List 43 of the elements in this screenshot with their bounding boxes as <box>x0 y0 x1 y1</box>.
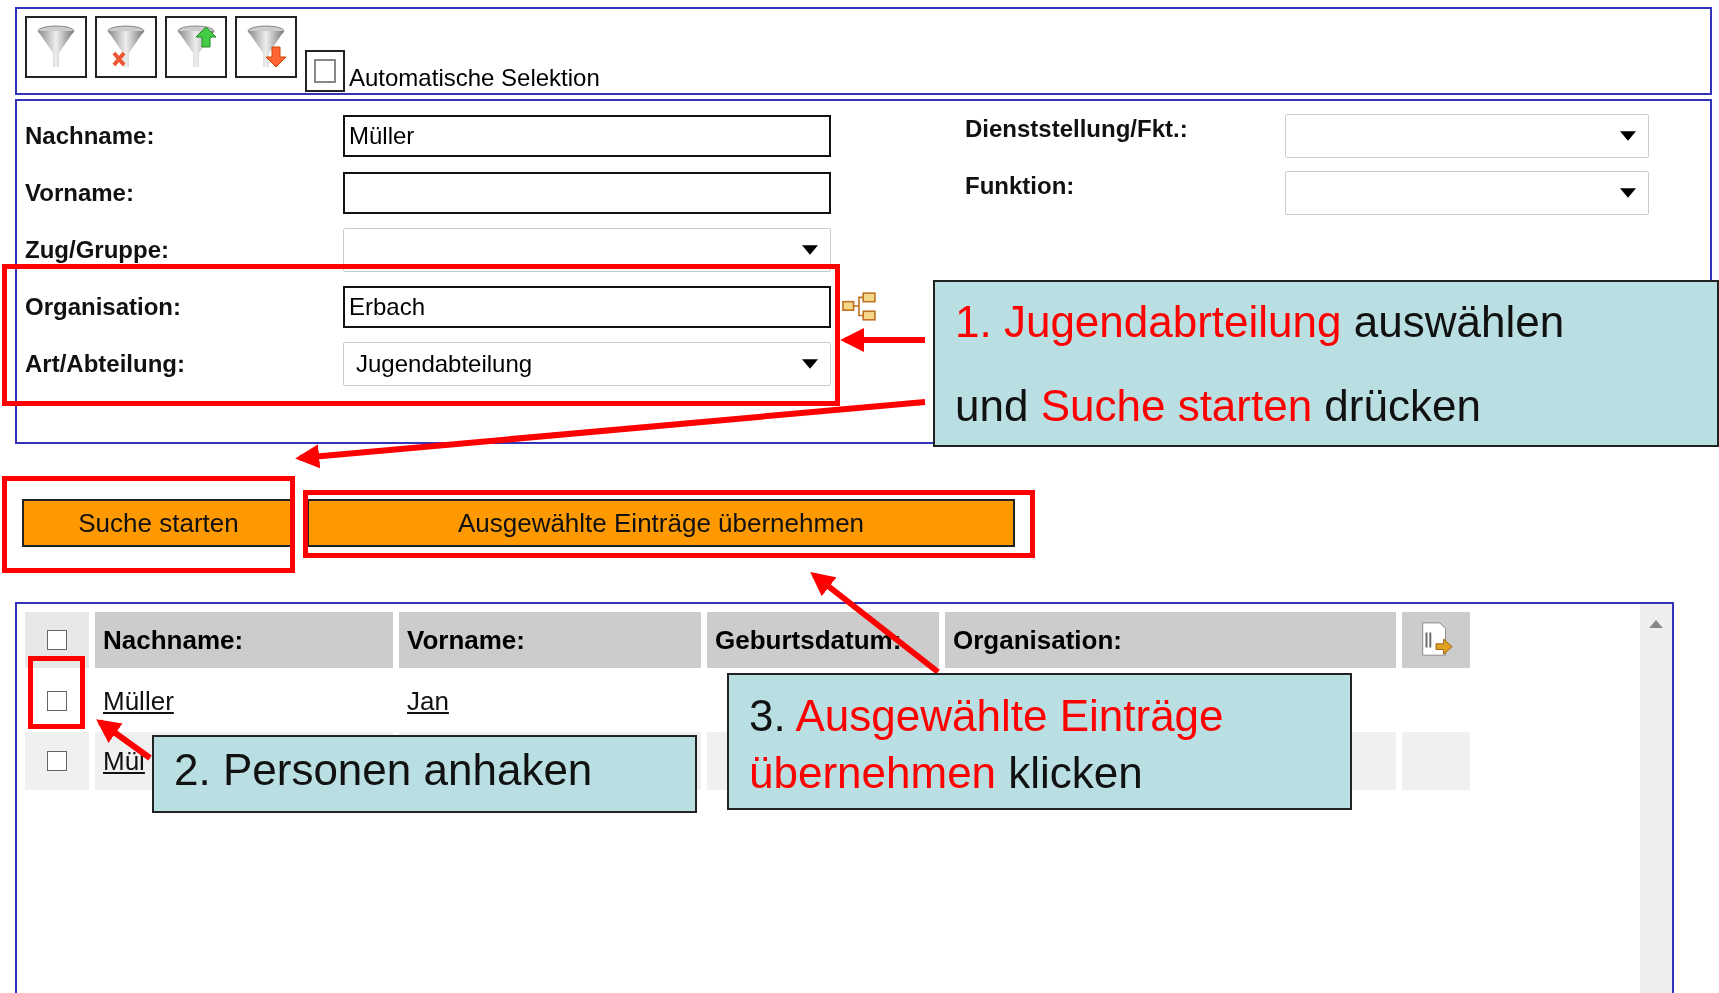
column-header: Geburtsdatum: <box>707 612 939 668</box>
field-label: Organisation: <box>25 292 182 321</box>
column-header: Nachname: <box>95 612 393 668</box>
tree-icon[interactable] <box>841 290 879 323</box>
text-field[interactable] <box>343 171 831 214</box>
field-label: Art/Abteilung: <box>25 349 186 378</box>
funnel-with-cross-icon <box>106 25 146 69</box>
column-header: Vorname: <box>399 612 701 668</box>
table-link[interactable]: Müller <box>103 685 174 717</box>
scroll-up-icon[interactable] <box>1649 620 1663 628</box>
callout: 3. Ausgewählte Einträge übernehmen klicken <box>727 673 1352 810</box>
dropdown[interactable] <box>343 227 831 272</box>
caret-icon <box>802 358 818 369</box>
field-label: Funktion: <box>965 171 1076 200</box>
field-label: Dienststellung/Fkt.: <box>965 114 1189 143</box>
callout: 1. Jugendabrteilung auswählen und Suche starten drücken <box>933 280 1719 447</box>
caret-icon <box>1620 130 1636 141</box>
checkbox-label: Automatische Selektion <box>349 64 600 92</box>
field-label: Zug/Gruppe: <box>25 235 170 264</box>
table-link[interactable]: Mül <box>103 745 145 777</box>
text-field[interactable]: Erbach <box>343 285 831 328</box>
checkbox[interactable] <box>47 751 67 771</box>
filter-button[interactable] <box>25 16 87 78</box>
checkbox[interactable] <box>47 630 67 650</box>
table-link[interactable]: Jan <box>407 685 449 717</box>
checkbox[interactable] <box>47 691 67 711</box>
filter-button[interactable] <box>95 16 157 78</box>
caret-icon <box>1620 187 1636 198</box>
field-label: Vorname: <box>25 178 135 207</box>
text-field[interactable]: Müller <box>343 114 831 157</box>
filter-button[interactable] <box>165 16 227 78</box>
funnel-icon <box>36 25 76 69</box>
column-header: Organisation: <box>945 612 1396 668</box>
caret-icon <box>802 244 818 255</box>
apply-button[interactable]: Ausgewählte Einträge übernehmen <box>307 499 1015 547</box>
scrollbar[interactable] <box>1640 604 1672 993</box>
checkbox[interactable] <box>305 50 345 92</box>
funnel-with-up-arrow-icon <box>176 25 216 69</box>
filter-button[interactable] <box>235 16 297 78</box>
funnel-with-down-arrow-icon <box>246 25 286 69</box>
dropdown[interactable]: Jugendabteilung <box>343 341 831 386</box>
field-label: Nachname: <box>25 121 156 150</box>
callout: 2. Personen anhaken <box>152 735 697 813</box>
